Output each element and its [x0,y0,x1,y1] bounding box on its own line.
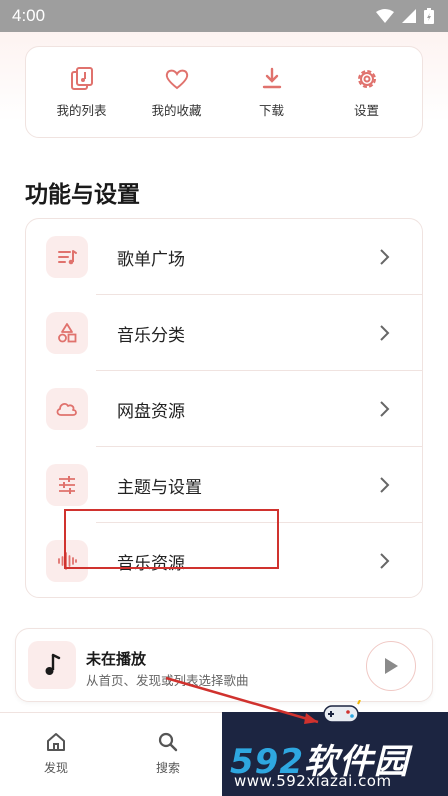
menu-item-label: 网盘资源 [117,401,185,422]
chevron-right-icon [380,325,390,341]
chevron-right-icon [380,401,390,417]
home-icon [47,733,65,751]
battery-icon [424,8,434,24]
player-title: 未在播放 [86,650,147,668]
player-subtitle: 从首页、发现或列表选择歌曲 [86,673,249,688]
status-time: 4:00 [12,6,46,25]
play-button[interactable] [366,641,416,691]
quick-action-label: 设置 [353,102,379,118]
quick-action-my-list[interactable]: 我的列表 [37,66,127,119]
tab-discover[interactable]: 发现 [26,731,86,776]
watermark-url: www.592xiazai.com [234,772,392,790]
play-icon [385,658,398,674]
menu-icon-box [46,464,88,506]
quick-action-settings[interactable]: 设置 [322,66,412,119]
menu-item-music-category[interactable]: 音乐分类 [26,295,422,371]
quick-action-favorites[interactable]: 我的收藏 [132,66,222,119]
gear-icon [357,69,376,88]
now-playing-art [28,641,76,689]
gamepad-icon [323,700,361,723]
main-page: 我的列表 我的收藏 下载 设置 功能与设置 歌单广场 音乐分类 网盘资源 主题与… [0,32,448,712]
annotation-highlight-box [64,509,279,569]
status-bar: 4:00 [0,0,448,32]
search-icon [158,732,178,752]
chevron-right-icon [380,249,390,265]
menu-item-playlist-square[interactable]: 歌单广场 [26,219,422,295]
quick-action-label: 下载 [258,102,284,118]
mini-player[interactable]: 未在播放 从首页、发现或列表选择歌曲 [15,628,433,702]
playlist-square-icon [58,250,77,265]
tab-label: 搜索 [155,761,180,775]
quick-action-label: 我的收藏 [151,102,202,118]
wifi-icon [376,9,394,23]
sliders-icon [59,476,75,494]
quick-action-download[interactable]: 下载 [227,66,317,119]
tab-label: 发现 [43,761,68,775]
download-icon [262,67,281,88]
tab-search[interactable]: 搜索 [138,731,198,776]
menu-item-label: 主题与设置 [117,477,202,498]
status-icons [376,8,434,24]
category-shapes-icon [58,323,77,343]
quick-actions-card: 我的列表 我的收藏 下载 设置 [25,46,423,138]
menu-item-cloud-resources[interactable]: 网盘资源 [26,371,422,447]
menu-item-label: 歌单广场 [117,249,185,270]
menu-item-label: 音乐分类 [117,325,185,346]
menu-icon-box [46,312,88,354]
chevron-right-icon [380,477,390,493]
chevron-right-icon [380,553,390,569]
section-title: 功能与设置 [25,182,140,208]
menu-icon-box [46,236,88,278]
signal-icon [402,9,416,23]
quick-action-label: 我的列表 [56,102,107,118]
menu-icon-box [46,388,88,430]
heart-icon [165,69,188,89]
music-note-icon [45,653,61,675]
playlist-icon [70,66,93,90]
cloud-icon [56,402,77,416]
